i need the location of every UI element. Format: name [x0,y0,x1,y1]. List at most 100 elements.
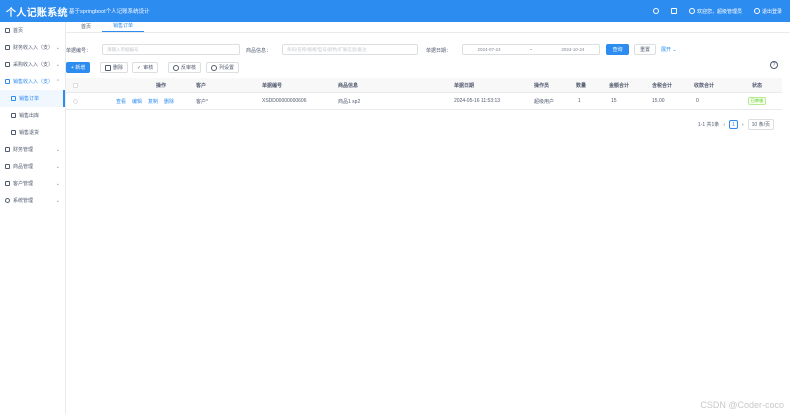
cell-operator: 超级用户 [534,98,555,105]
add-button[interactable]: + 新增 [66,62,91,73]
sidebar-item-label: 系统管理 [13,198,34,204]
chevron-down-icon: ⌄ [55,180,60,187]
app-title[interactable]: 个人记账系统 [0,4,68,19]
header-product: 商品信息 [338,82,359,89]
date-range-picker[interactable]: 2024-07-24 ~ 2024-10-24 [462,44,600,55]
chevron-down-icon: ⌄ [55,146,60,153]
sidebar-item-products[interactable]: 商品管理 ⌄ [0,158,65,175]
page-size-select[interactable]: 10 条/页 [747,119,774,130]
cell-qty: 1 [578,98,581,104]
settings-icon [211,64,217,71]
top-header-bar: 个人记账系统 基于springboot个人记账系统设计 欢迎您，超级管理员 退出… [0,0,790,22]
header-amount: 金额合计 [609,82,630,89]
sidebar-item-sales-order[interactable]: 销售订单 [0,90,65,107]
doc-icon [11,96,16,101]
delete-link[interactable]: 删除 [164,98,174,105]
search-button[interactable]: 查询 [606,44,629,55]
sidebar-item-label: 销售出库 [19,113,40,119]
audit-button[interactable]: ✓ 审核 [132,62,159,73]
cell-date: 2024-05-16 11:53:13 [454,98,501,104]
header-status: 状态 [751,82,762,89]
pagination: 1-1 共1条 ‹ 1 › 10 条/页 [698,119,774,130]
chevron-down-icon: ⌄ [55,61,60,68]
cell-product: 商品1 sp2 [338,98,361,105]
column-settings-label: 列设置 [219,65,235,71]
grid-icon [5,79,10,84]
header-search[interactable] [652,8,659,14]
order-no-input[interactable]: 请输入单据编号 [102,44,240,55]
sidebar-item-system[interactable]: 系统管理 ⌄ [0,192,65,209]
header-logout[interactable]: 退出登录 [753,8,782,15]
delete-label: 删除 [113,65,124,71]
sidebar-item-label: 商品管理 [13,164,34,170]
cell-order-no: XSDD00000000606 [262,98,307,104]
cell-received: 0 [696,98,699,104]
tab-home[interactable]: 首页 [70,23,102,32]
product-label: 商品信息： [246,48,272,54]
view-link[interactable]: 查看 [116,98,126,105]
chevron-down-icon: ⌄ [55,197,60,204]
watermark: CSDN @Coder-coco [700,400,784,410]
header-actions: 欢迎您，超级管理员 退出登录 [652,0,782,22]
sidebar-item-customers[interactable]: 客户管理 ⌄ [0,175,65,192]
tab-sales-order[interactable]: 销售订单 [102,22,145,32]
select-all-checkbox[interactable] [68,78,82,92]
sidebar-item-label: 采购收入入（支） [13,62,54,68]
block-icon [173,64,179,71]
header-notification[interactable] [670,8,677,14]
help-icon[interactable]: ? [770,61,778,69]
sidebar-item-label: 销售退货 [19,130,40,136]
sidebar-item-finance-income[interactable]: 财务收入入（支） ⌄ [0,39,65,56]
column-settings-button[interactable]: 列设置 [206,62,240,73]
table-toolbar: + 新增 删除 ✓ 审核 反审核 列设置 [66,62,790,74]
checkbox[interactable] [72,98,78,104]
delete-button[interactable]: 删除 [100,62,129,73]
cell-status: 已审核 [742,93,772,109]
unaudit-button[interactable]: 反审核 [168,62,202,73]
expand-filters-link[interactable]: 展开 ⌄ [661,46,677,53]
header-qty: 数量 [576,82,587,89]
row-checkbox[interactable] [68,93,82,109]
date-end[interactable]: 2024-10-24 [561,47,584,52]
sidebar-item-label: 销售订单 [19,96,40,102]
sidebar-item-sales[interactable]: 销售收入入（支） ⌃ [0,73,65,90]
page-number-button[interactable]: 1 [728,120,738,129]
date-label: 单据日期： [426,48,452,54]
header-tax-total: 含税合计 [652,82,673,89]
checkbox[interactable] [72,82,78,88]
date-start[interactable]: 2024-07-24 [478,47,501,52]
sidebar-item-sales-out[interactable]: 销售出库 [0,107,65,124]
reset-button[interactable]: 重置 [634,44,656,55]
header-received: 收款合计 [694,82,715,89]
next-page-button[interactable]: › [742,122,744,128]
grid-icon [5,181,10,186]
table-row[interactable]: 查看 编辑 复制 删除 客户* XSDD00000000606 商品1 sp2 … [66,93,782,110]
chevron-down-icon: ⌄ [55,44,60,51]
header-order-no: 单据编号 [262,82,283,89]
status-badge: 已审核 [747,97,767,105]
sidebar-item-finance[interactable]: 财务管理 ⌄ [0,141,65,158]
sidebar-item-label: 客户管理 [13,181,34,187]
edit-link[interactable]: 编辑 [132,98,142,105]
product-input[interactable]: 条码/名称/规格/型号/颜色/扩展信息/备注 [282,44,418,55]
date-separator: ~ [529,47,533,52]
header-user[interactable]: 欢迎您，超级管理员 [688,8,742,15]
logout-label[interactable]: 退出登录 [762,8,782,15]
audit-label: 审核 [143,65,154,71]
sidebar-item-home[interactable]: 首页 [0,22,65,39]
pagination-total: 1-1 共1条 [697,122,720,128]
user-greeting[interactable]: 欢迎您，超级管理员 [697,8,742,15]
sidebar-item-purchase[interactable]: 采购收入入（支） ⌄ [0,56,65,73]
grid-icon [5,62,10,67]
user-icon [688,8,695,14]
copy-link[interactable]: 复制 [148,98,158,105]
sidebar-item-sales-return[interactable]: 销售退货 [0,124,65,141]
search-icon[interactable] [652,8,659,14]
bell-icon[interactable] [670,8,677,14]
gear-icon [5,198,10,203]
home-icon [5,28,10,33]
page-tabs: 首页 销售订单 [66,22,790,33]
prev-page-button[interactable]: ‹ [723,122,725,128]
logout-icon [753,8,760,14]
table-header: 操作 客户 单据编号 商品信息 单据日期 操作员 数量 金额合计 含税合计 收款… [66,78,782,93]
